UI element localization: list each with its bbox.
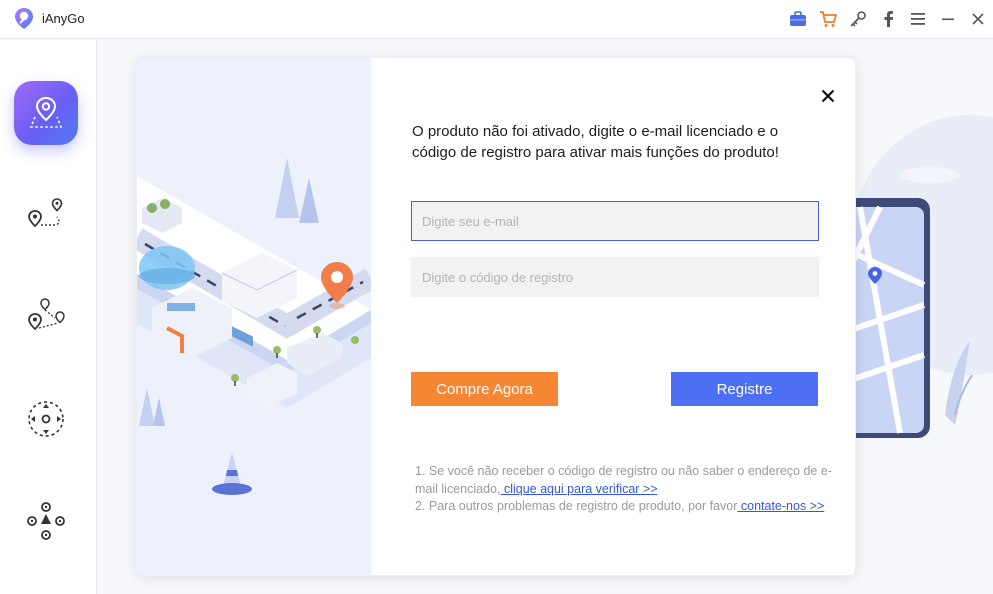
key-icon[interactable]	[847, 8, 869, 30]
sidebar-item-change-location[interactable]	[14, 81, 78, 145]
two-spot-route-icon	[28, 198, 63, 228]
register-button[interactable]: Registre	[671, 372, 818, 406]
joystick-icon	[28, 401, 64, 437]
app-logo-icon	[15, 8, 33, 29]
app-title: iAnyGo	[42, 11, 85, 26]
sidebar-item-more[interactable]	[14, 489, 78, 553]
city-map-illustration	[137, 58, 371, 575]
toolbox-icon[interactable]	[787, 8, 809, 30]
multi-spot-route-icon	[28, 298, 65, 331]
title-bar: iAnyGo	[0, 0, 993, 39]
more-modes-icon	[27, 502, 65, 540]
minimize-icon[interactable]	[937, 8, 959, 30]
buy-now-button[interactable]: Compre Agora	[411, 372, 558, 406]
contact-link[interactable]: contate-nos >>	[737, 499, 824, 513]
cart-icon[interactable]	[817, 8, 839, 30]
close-icon[interactable]	[967, 8, 989, 30]
email-input[interactable]	[411, 201, 819, 241]
activation-message: O produto não foi ativado, digite o e-ma…	[412, 123, 779, 161]
sidebar-item-single-spot[interactable]	[14, 183, 78, 247]
dialog-close-icon[interactable]	[818, 86, 838, 106]
facebook-icon[interactable]	[877, 8, 899, 30]
sidebar-item-joystick[interactable]	[14, 387, 78, 451]
sidebar-item-multi-spot[interactable]	[14, 285, 78, 349]
sidebar	[0, 40, 97, 594]
registration-dialog: O produto não foi ativado, digite o e-ma…	[136, 57, 856, 576]
location-pin-icon	[29, 96, 63, 128]
verify-link[interactable]: clique aqui para verificar >>	[500, 482, 658, 496]
help-notes: 1. Se você não receber o código de regis…	[415, 463, 835, 516]
menu-icon[interactable]	[907, 8, 929, 30]
note-2-text: 2. Para outros problemas de registro de …	[415, 499, 738, 513]
registration-code-input[interactable]	[411, 257, 819, 297]
